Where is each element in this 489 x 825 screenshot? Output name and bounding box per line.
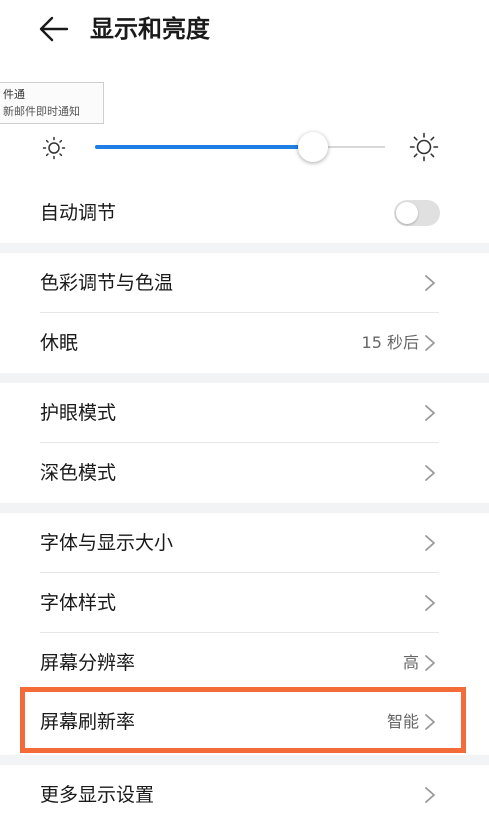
font-size-row[interactable]: 字体与显示大小: [0, 513, 489, 573]
section-gap: [0, 243, 489, 253]
chevron-right-icon: [425, 655, 435, 671]
section-gap: [0, 755, 489, 765]
chevron-right-icon: [425, 787, 435, 803]
chevron-right-icon: [425, 465, 435, 481]
font-size-label: 字体与显示大小: [40, 532, 174, 554]
chevron-right-icon: [425, 275, 435, 291]
refresh-rate-row[interactable]: 屏幕刷新率 智能: [0, 692, 489, 752]
toggle-knob: [396, 202, 418, 224]
brightness-low-icon: [42, 136, 66, 160]
brightness-high-icon: [409, 132, 439, 162]
header: 显示和亮度: [0, 0, 489, 60]
chevron-right-icon: [425, 335, 435, 351]
notification-text: 新邮件即时通知: [3, 105, 80, 118]
resolution-row[interactable]: 屏幕分辨率 高: [0, 633, 489, 693]
slider-thumb[interactable]: [298, 132, 328, 162]
dark-mode-row[interactable]: 深色模式: [0, 443, 489, 503]
slider-fill: [95, 145, 313, 149]
dark-mode-label: 深色模式: [40, 462, 117, 484]
sleep-row[interactable]: 休眠 15 秒后: [0, 313, 489, 373]
notification-popup[interactable]: 件通 新邮件即时通知: [0, 82, 104, 124]
arrow-left-icon: [39, 16, 69, 42]
more-display-settings-row[interactable]: 更多显示设置: [0, 765, 489, 825]
color-temperature-label: 色彩调节与色温: [40, 272, 174, 294]
brightness-slider[interactable]: [95, 130, 385, 164]
sleep-value: 15 秒后: [361, 333, 419, 352]
eye-comfort-row[interactable]: 护眼模式: [0, 383, 489, 443]
color-temperature-row[interactable]: 色彩调节与色温: [0, 253, 489, 313]
notification-title: 件通: [3, 88, 25, 101]
auto-adjust-toggle[interactable]: [394, 200, 440, 226]
refresh-rate-label: 屏幕刷新率: [40, 711, 136, 733]
section-gap: [0, 503, 489, 513]
font-style-label: 字体样式: [40, 592, 117, 614]
refresh-rate-value: 智能: [386, 712, 419, 731]
page-title: 显示和亮度: [90, 15, 210, 43]
section-gap: [0, 373, 489, 383]
auto-adjust-label: 自动调节: [40, 202, 117, 224]
chevron-right-icon: [425, 405, 435, 421]
chevron-right-icon: [425, 714, 435, 730]
eye-comfort-label: 护眼模式: [40, 402, 117, 424]
sleep-label: 休眠: [40, 332, 79, 354]
resolution-value: 高: [402, 653, 419, 672]
font-style-row[interactable]: 字体样式: [0, 573, 489, 633]
chevron-right-icon: [425, 535, 435, 551]
resolution-label: 屏幕分辨率: [40, 652, 136, 674]
chevron-right-icon: [425, 595, 435, 611]
back-button[interactable]: [36, 12, 72, 46]
more-display-settings-label: 更多显示设置: [40, 784, 155, 806]
